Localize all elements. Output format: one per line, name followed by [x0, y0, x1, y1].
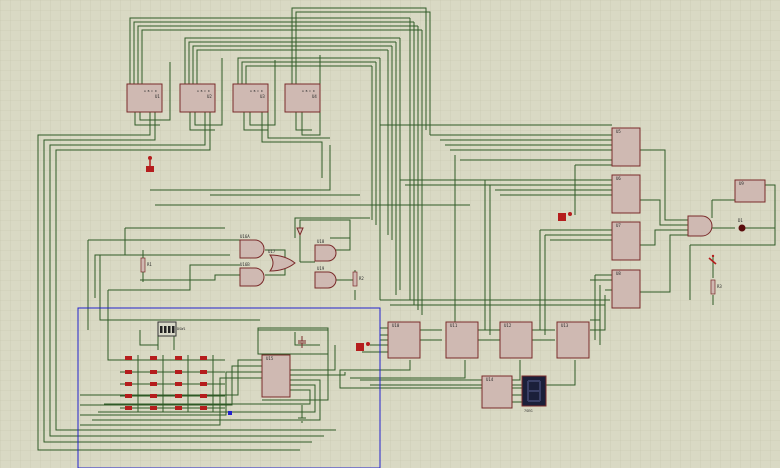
svg-text:U3: U3: [260, 94, 265, 99]
svg-text:U17: U17: [268, 249, 276, 254]
svg-text:R1: R1: [147, 262, 152, 267]
chip-u9[interactable]: U9: [734, 179, 766, 203]
svg-text:U2: U2: [207, 94, 212, 99]
chip-u5[interactable]: U5: [611, 127, 641, 167]
svg-text:U7: U7: [616, 223, 621, 228]
svg-text:D1: D1: [738, 218, 743, 223]
chip-u7[interactable]: U7: [611, 221, 641, 261]
svg-text:U4: U4: [312, 94, 317, 99]
chip-u3[interactable]: A B C D U3: [232, 83, 269, 113]
chip-u10[interactable]: U10: [387, 321, 421, 359]
svg-text:U14: U14: [486, 377, 494, 382]
svg-text:7SEG: 7SEG: [524, 409, 532, 413]
chip-u6[interactable]: U6: [611, 174, 641, 214]
gate-and-output[interactable]: [687, 215, 713, 237]
svg-text:U5: U5: [616, 129, 621, 134]
svg-text:U15: U15: [266, 356, 274, 361]
chip-u12[interactable]: U12: [499, 321, 533, 359]
selection-handle[interactable]: [228, 411, 232, 415]
svg-text:U11: U11: [450, 323, 458, 328]
svg-text:U18: U18: [317, 239, 325, 244]
svg-text:A B C D: A B C D: [302, 89, 315, 93]
svg-text:U16A: U16A: [240, 234, 250, 239]
svg-text:U8: U8: [616, 271, 621, 276]
svg-text:A B C D: A B C D: [144, 89, 157, 93]
chip-u4[interactable]: A B C D U4: [284, 83, 321, 113]
chip-u15[interactable]: U15: [261, 354, 291, 398]
svg-text:U19: U19: [317, 266, 325, 271]
svg-text:A B C D: A B C D: [250, 89, 263, 93]
svg-text:U12: U12: [504, 323, 512, 328]
svg-text:U9: U9: [739, 181, 744, 186]
svg-text:U1: U1: [155, 94, 160, 99]
svg-text:R2: R2: [359, 276, 364, 281]
chip-u11[interactable]: U11: [445, 321, 479, 359]
svg-text:DSW1: DSW1: [177, 327, 185, 331]
svg-text:A B C D: A B C D: [197, 89, 210, 93]
chip-u8[interactable]: U8: [611, 269, 641, 309]
svg-text:R3: R3: [717, 284, 722, 289]
chip-u1[interactable]: A B C D U1: [126, 83, 163, 113]
chip-u13[interactable]: U13: [556, 321, 590, 359]
svg-text:U6: U6: [616, 176, 621, 181]
svg-text:U13: U13: [561, 323, 569, 328]
chip-u14[interactable]: U14: [481, 375, 513, 409]
svg-text:U10: U10: [392, 323, 400, 328]
schematic-canvas[interactable]: A B C D U1 A B C D U2 A B C D U3 A B C D…: [0, 0, 780, 468]
chip-u2[interactable]: A B C D U2: [179, 83, 216, 113]
svg-text:U16B: U16B: [240, 262, 250, 267]
